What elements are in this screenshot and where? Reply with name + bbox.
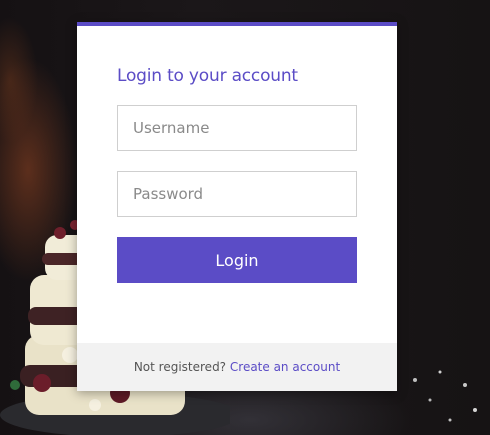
card-footer: Not registered? Create an account [77, 343, 397, 391]
password-input[interactable] [117, 171, 357, 217]
username-input[interactable] [117, 105, 357, 151]
not-registered-text: Not registered? [133, 360, 227, 374]
crumbs-image [413, 370, 477, 422]
card-accent-bar [77, 22, 397, 26]
login-card: Login to your account Login Not register… [77, 22, 397, 391]
login-title: Login to your account [117, 66, 298, 86]
create-account-link[interactable]: Create an account [230, 360, 340, 374]
login-button[interactable]: Login [117, 237, 357, 283]
